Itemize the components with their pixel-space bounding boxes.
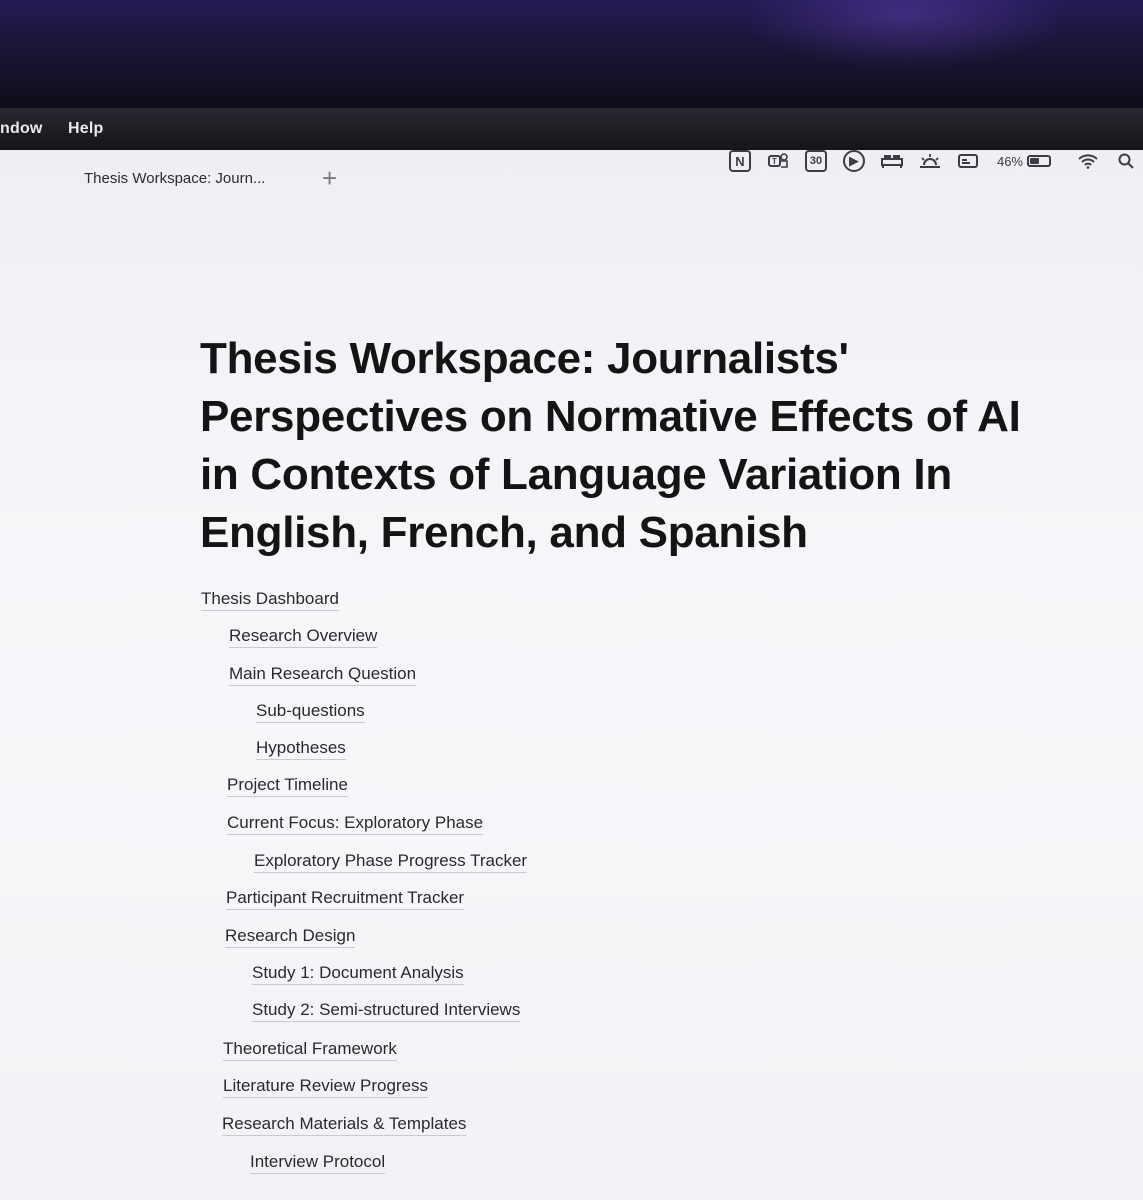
toc-link[interactable]: Theoretical Framework (223, 1038, 397, 1061)
toc-link[interactable]: Main Research Question (229, 663, 417, 686)
ambient-glow (740, 0, 1070, 70)
new-tab-plus-icon[interactable]: + (322, 164, 337, 192)
toc-link[interactable]: Research Design (225, 925, 356, 948)
toc-link[interactable]: Research Materials & Templates (222, 1113, 467, 1136)
toc-link[interactable]: Hypotheses (256, 737, 346, 760)
menu-window[interactable]: ndow (0, 120, 43, 138)
toc-link[interactable]: Participant Recruitment Tracker (226, 887, 465, 910)
toc-link[interactable]: Study 1: Document Analysis (252, 962, 464, 985)
toc-link[interactable]: Research Overview (229, 625, 378, 648)
tab-thesis-workspace[interactable]: Thesis Workspace: Journ... (70, 162, 310, 196)
toc-link[interactable]: Current Focus: Exploratory Phase (227, 812, 484, 835)
toc-link[interactable]: Project Timeline (227, 774, 348, 797)
tab-bar: Thesis Workspace: Journ... + (0, 150, 1143, 204)
toc-link[interactable]: Literature Review Progress (223, 1075, 429, 1098)
toc-link[interactable]: Exploratory Phase Progress Tracker (254, 850, 528, 873)
page-title: Thesis Workspace: Journalists' Perspecti… (200, 334, 1021, 557)
menu-bar: ndow Help (0, 108, 1143, 150)
toc-link[interactable]: Interview Protocol (250, 1151, 386, 1174)
toc-link[interactable]: Thesis Dashboard (201, 588, 339, 611)
toc-link[interactable]: Study 2: Semi-structured Interviews (252, 999, 521, 1022)
menu-help[interactable]: Help (68, 120, 103, 138)
toc-link[interactable]: Sub-questions (256, 700, 365, 723)
screen: ndow Help N T 30 ▶ 46% Thesis Workspace:… (0, 108, 1143, 1200)
